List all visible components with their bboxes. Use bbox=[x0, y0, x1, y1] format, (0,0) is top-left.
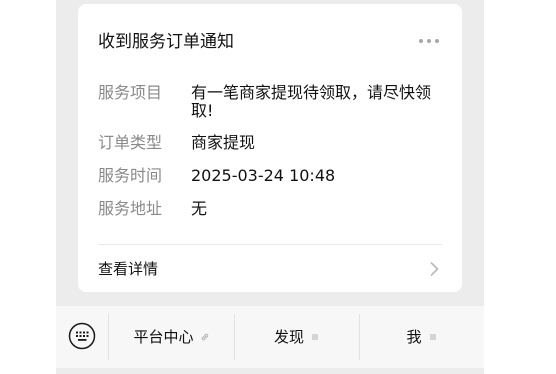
view-details-link[interactable]: 查看详情 bbox=[78, 245, 462, 292]
menu-item-platform-center[interactable]: 平台中心 bbox=[109, 306, 234, 368]
menu-label: 发现 bbox=[273, 328, 304, 346]
menu-lines-icon bbox=[429, 334, 436, 340]
field-value-service-time: 2025-03-24 10:48 bbox=[191, 166, 336, 185]
menu-label: 平台中心 bbox=[133, 328, 194, 346]
view-details-label: 查看详情 bbox=[98, 260, 159, 278]
menu-lines-icon bbox=[312, 334, 318, 340]
link-icon bbox=[201, 333, 208, 341]
field-label-service-item: 服务项目 bbox=[98, 83, 163, 102]
more-dots-icon[interactable] bbox=[416, 31, 442, 51]
chat-background: 收到服务订单通知 服务项目 有一笔商家提现待领取，请尽快领取! 订单类型 商家提… bbox=[56, 0, 484, 374]
field-value-service-item: 有一笔商家提现待领取，请尽快领取! bbox=[191, 83, 432, 120]
menu-item-me[interactable]: 我 bbox=[360, 306, 484, 368]
menu-label: 我 bbox=[406, 328, 422, 346]
field-label-service-time: 服务时间 bbox=[98, 166, 163, 185]
card-title: 收到服务订单通知 bbox=[98, 32, 234, 52]
keyboard-icon[interactable] bbox=[68, 322, 96, 350]
chevron-right-icon bbox=[430, 262, 439, 276]
field-value-order-type: 商家提现 bbox=[191, 133, 256, 152]
field-label-service-address: 服务地址 bbox=[98, 199, 163, 218]
field-value-service-address: 无 bbox=[191, 199, 208, 218]
field-label-order-type: 订单类型 bbox=[98, 133, 163, 152]
service-order-notification-card[interactable]: 收到服务订单通知 服务项目 有一笔商家提现待领取，请尽快领取! 订单类型 商家提… bbox=[78, 4, 462, 292]
bottom-menu-bar: 平台中心 发现 我 bbox=[56, 306, 484, 368]
menu-item-discover[interactable]: 发现 bbox=[235, 306, 359, 368]
